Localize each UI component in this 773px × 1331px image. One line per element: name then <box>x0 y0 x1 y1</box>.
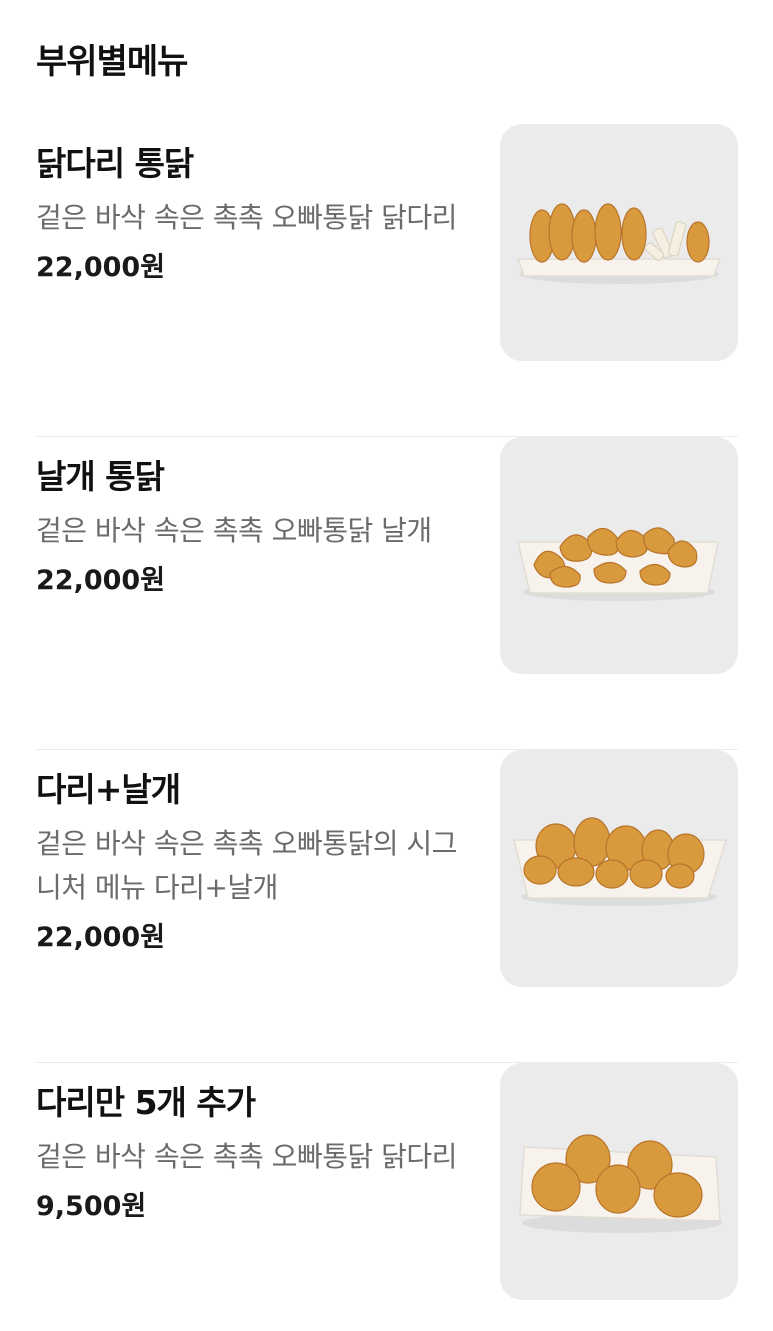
menu-item-name: 닭다리 통닭 <box>36 144 194 183</box>
menu-item-price: 22,000원 <box>36 922 166 953</box>
menu-item-drumstick[interactable]: 닭다리 통닭 겉은 바삭 속은 촉촉 오빠통닭 닭다리 22,000원 <box>36 124 738 437</box>
fried-wings-tray-icon[interactable] <box>500 437 738 674</box>
menu-list: 닭다리 통닭 겉은 바삭 속은 촉촉 오빠통닭 닭다리 22,000원 날개 통… <box>36 124 738 1331</box>
menu-item-description: 겉은 바삭 속은 촉촉 오빠통닭의 시그니처 메뉴 다리+날개 <box>36 827 457 904</box>
menu-item-leg-wing[interactable]: 다리+날개 겉은 바삭 속은 촉촉 오빠통닭의 시그니처 메뉴 다리+날개 22… <box>36 750 738 1063</box>
menu-item-description: 겉은 바삭 속은 촉촉 오빠통닭 닭다리 <box>36 201 457 234</box>
menu-item-text: 닭다리 통닭 겉은 바삭 속은 촉촉 오빠통닭 닭다리 22,000원 <box>36 142 466 288</box>
menu-item-price: 22,000원 <box>36 565 166 596</box>
thumb-image <box>516 203 722 284</box>
menu-item-name: 다리만 5개 추가 <box>36 1083 256 1122</box>
menu-item-text: 다리+날개 겉은 바삭 속은 촉촉 오빠통닭의 시그니처 메뉴 다리+날개 22… <box>36 768 466 958</box>
menu-item-text: 날개 통닭 겉은 바삭 속은 촉촉 오빠통닭 날개 22,000원 <box>36 455 466 601</box>
thumb-image <box>513 817 728 906</box>
menu-item-price: 22,000원 <box>36 252 166 283</box>
menu-item-description: 겉은 바삭 속은 촉촉 오빠통닭 날개 <box>36 514 432 547</box>
menu-item-wing[interactable]: 날개 통닭 겉은 바삭 속은 촉촉 오빠통닭 날개 22,000원 <box>36 437 738 750</box>
fried-drumsticks-plate-icon[interactable] <box>500 1063 738 1300</box>
menu-item-name: 날개 통닭 <box>36 457 165 496</box>
menu-item-extra-drumsticks[interactable]: 다리만 5개 추가 겉은 바삭 속은 촉촉 오빠통닭 닭다리 9,500원 <box>36 1063 738 1331</box>
fried-legs-wings-tray-icon[interactable] <box>500 750 738 987</box>
fried-drumsticks-tray-icon[interactable] <box>500 124 738 361</box>
menu-item-price: 9,500원 <box>36 1191 147 1222</box>
menu-item-name: 다리+날개 <box>36 770 181 809</box>
menu-item-description: 겉은 바삭 속은 촉촉 오빠통닭 닭다리 <box>36 1140 457 1173</box>
menu-item-text: 다리만 5개 추가 겉은 바삭 속은 촉촉 오빠통닭 닭다리 9,500원 <box>36 1081 466 1227</box>
thumb-image <box>517 527 719 601</box>
thumb-image <box>519 1134 722 1233</box>
section-title: 부위별메뉴 <box>36 42 188 82</box>
menu-page: 부위별메뉴 닭다리 통닭 겉은 바삭 속은 촉촉 오빠통닭 닭다리 22,000… <box>0 0 773 1331</box>
